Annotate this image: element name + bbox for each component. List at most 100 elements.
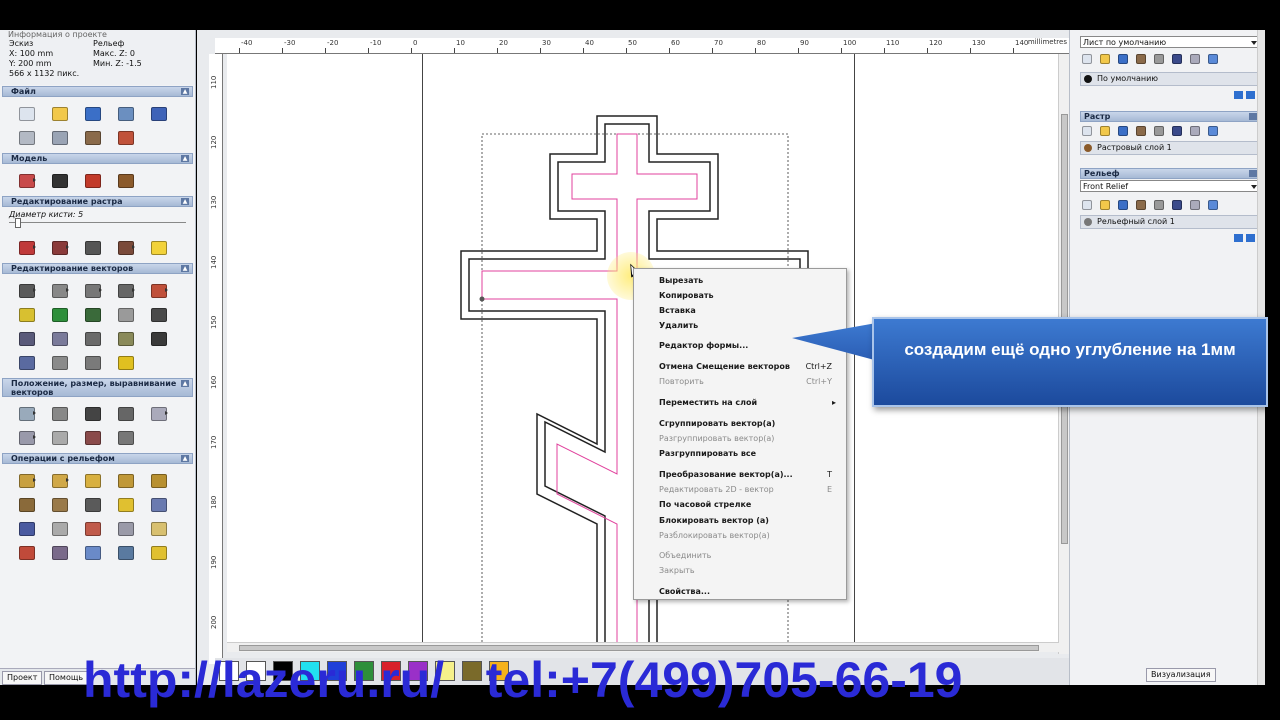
ungroup-icon[interactable] [10, 426, 43, 450]
model-view-icon[interactable] [43, 169, 76, 193]
model-relief-icon[interactable] [76, 169, 109, 193]
context-menu-item[interactable]: Закрыть [659, 564, 836, 577]
raster-layer-row[interactable]: Растровый слой 1 [1080, 141, 1260, 155]
save-relief-icon[interactable] [1118, 200, 1128, 210]
tab-help[interactable]: Помощь [44, 671, 89, 685]
layer-up-icon[interactable] [1190, 54, 1200, 64]
context-menu-item[interactable]: Преобразование вектор(а)... T [659, 468, 836, 481]
fill-icon[interactable] [43, 236, 76, 260]
layer-up-button[interactable] [1234, 91, 1243, 99]
move-icon[interactable] [10, 402, 43, 426]
open-raster-icon[interactable] [1100, 126, 1110, 136]
node-edit-icon[interactable] [43, 279, 76, 303]
rotate-icon[interactable] [43, 402, 76, 426]
context-menu-item[interactable]: По часовой стрелке [659, 498, 836, 511]
open-relief-icon[interactable] [1100, 200, 1110, 210]
model-size-icon[interactable] [10, 169, 43, 193]
sweep-icon[interactable] [76, 469, 109, 493]
raster-move-icon[interactable] [1190, 126, 1200, 136]
context-menu-item[interactable]: Разгруппировать вектор(а) [659, 432, 836, 445]
wrap-icon[interactable] [43, 426, 76, 450]
turn-icon[interactable] [109, 469, 142, 493]
pin-icon[interactable] [1249, 113, 1257, 120]
vector-grid-icon[interactable] [76, 303, 109, 327]
save-layer-icon[interactable] [1118, 54, 1128, 64]
pin-icon[interactable]: ▲ [181, 265, 189, 272]
text-tool-icon[interactable] [109, 279, 142, 303]
undo-icon[interactable] [142, 102, 175, 126]
context-menu-item[interactable]: Блокировать вектор (а) [659, 514, 836, 527]
corner-icon[interactable] [76, 351, 109, 375]
horizontal-scroll-thumb[interactable] [239, 645, 1039, 651]
copy-layer-icon[interactable] [1136, 54, 1146, 64]
redo-icon[interactable] [10, 126, 43, 150]
pin-icon[interactable]: ▲ [181, 455, 189, 462]
relief-image-icon[interactable] [1172, 200, 1182, 210]
raster-color-icon[interactable] [142, 236, 175, 260]
align-icon[interactable] [76, 402, 109, 426]
sheet-select[interactable]: Лист по умолчанию [1080, 36, 1260, 48]
join-icon[interactable] [109, 327, 142, 351]
star-icon[interactable] [109, 351, 142, 375]
raster-edit-section-header[interactable]: Редактирование растра ▲ [2, 196, 193, 207]
context-menu-item[interactable]: Свойства... [659, 585, 836, 598]
relief-select[interactable]: Front Relief [1080, 180, 1260, 192]
column-icon[interactable] [43, 541, 76, 565]
raster-image-icon[interactable] [1172, 126, 1182, 136]
group-icon[interactable] [142, 402, 175, 426]
context-menu-item[interactable]: Копировать [659, 289, 836, 302]
default-layer-row[interactable]: По умолчанию [1080, 72, 1260, 86]
position-section-header[interactable]: Положение, размер, выравнивание векторов… [2, 378, 193, 397]
paste-icon[interactable] [109, 126, 142, 150]
context-menu-item[interactable]: Отмена Смещение векторов Ctrl+Z [659, 360, 836, 373]
relief-settings-icon[interactable] [1154, 200, 1164, 210]
context-menu-item[interactable]: Удалить [659, 319, 836, 332]
relief-down-button[interactable] [1246, 234, 1255, 242]
context-menu-item[interactable]: Объединить [659, 549, 836, 562]
mirror-icon[interactable] [109, 402, 142, 426]
file-section-header[interactable]: Файл ▲ [2, 86, 193, 97]
raster-delete-icon[interactable] [1208, 126, 1218, 136]
erase-icon[interactable] [76, 517, 109, 541]
context-menu-item[interactable]: Вставка [659, 304, 836, 317]
smooth-icon[interactable] [43, 327, 76, 351]
raster-select-icon[interactable] [109, 236, 142, 260]
draw-icon[interactable] [10, 236, 43, 260]
morph-icon[interactable] [43, 517, 76, 541]
relief-delete-icon[interactable] [1208, 200, 1218, 210]
model-section-header[interactable]: Модель ▲ [2, 153, 193, 164]
layer-down-button[interactable] [1246, 91, 1255, 99]
import-icon[interactable] [109, 102, 142, 126]
context-menu-item[interactable]: Переместить на слой ▸ [659, 396, 836, 409]
context-menu-item[interactable]: Редактировать 2D - вектор E [659, 483, 836, 496]
curve-icon[interactable] [10, 327, 43, 351]
pin-icon[interactable]: ▲ [181, 380, 189, 387]
pin-icon[interactable]: ▲ [181, 198, 189, 205]
smooth-relief-icon[interactable] [76, 493, 109, 517]
mushroom-icon[interactable] [10, 541, 43, 565]
new-raster-layer-icon[interactable] [1082, 126, 1092, 136]
cut-icon[interactable] [43, 126, 76, 150]
nest-icon[interactable] [76, 426, 109, 450]
relief-ops-section-header[interactable]: Операции с рельефом ▲ [2, 453, 193, 464]
fillet-icon[interactable] [43, 351, 76, 375]
raster-settings-icon[interactable] [1154, 126, 1164, 136]
context-menu-item[interactable]: Разгруппировать все [659, 447, 836, 460]
transform-icon[interactable] [76, 279, 109, 303]
texture-icon[interactable] [43, 493, 76, 517]
context-menu-item[interactable]: Сгруппировать вектор(а) [659, 417, 836, 430]
context-menu-item[interactable]: Разблокировать вектор(а) [659, 529, 836, 542]
vector-edit-section-header[interactable]: Редактирование векторов ▲ [2, 263, 193, 274]
tab-visualization[interactable]: Визуализация [1146, 668, 1216, 682]
fade-icon[interactable] [109, 493, 142, 517]
shape-tool-icon[interactable] [142, 279, 175, 303]
context-menu-item[interactable]: Повторить Ctrl+Y [659, 375, 836, 388]
layer-image-icon[interactable] [1172, 54, 1182, 64]
angel-icon[interactable] [109, 517, 142, 541]
offset-icon[interactable] [10, 351, 43, 375]
layer-delete-icon[interactable] [1208, 54, 1218, 64]
sculpt-icon[interactable] [10, 493, 43, 517]
open-folder-icon[interactable] [43, 102, 76, 126]
ball-icon[interactable] [109, 541, 142, 565]
save-icon[interactable] [76, 102, 109, 126]
